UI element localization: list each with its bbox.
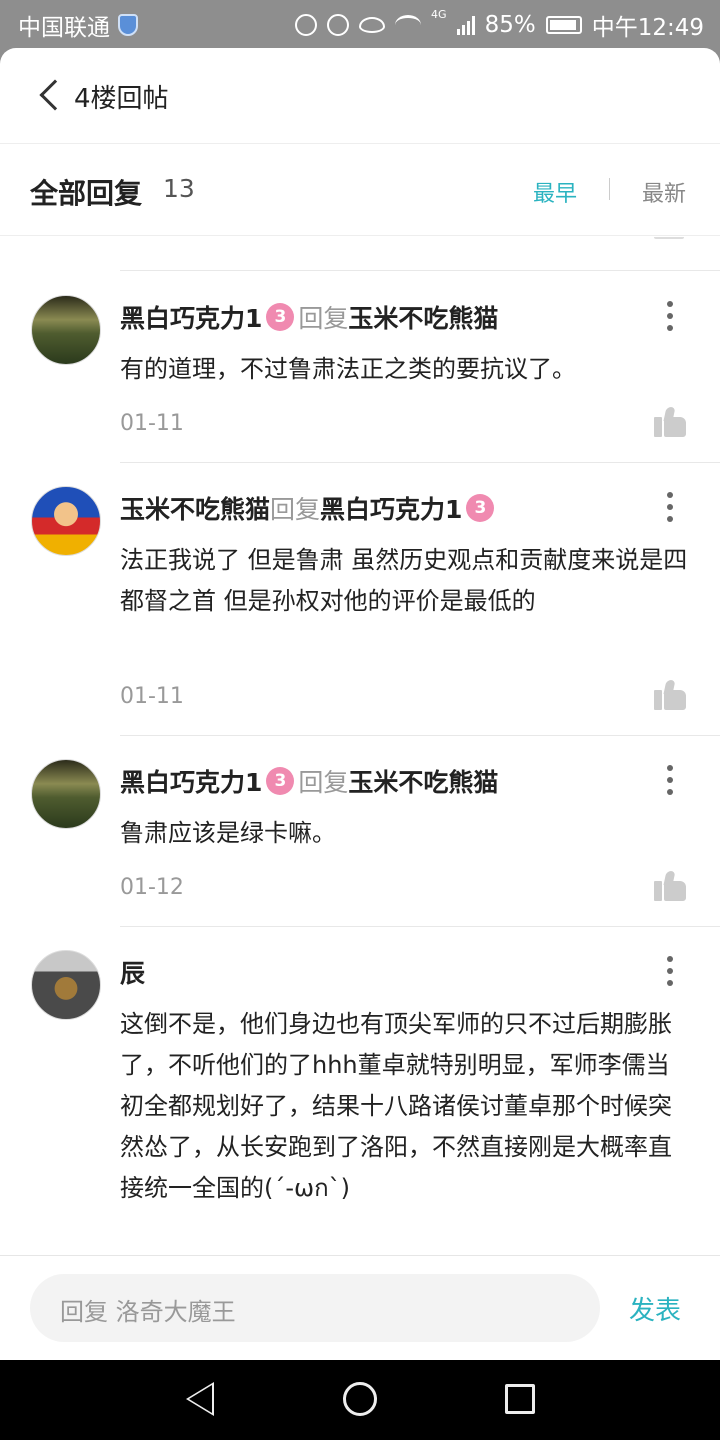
- data-saver-icon: [295, 14, 318, 36]
- system-nav-bar: [0, 1360, 720, 1440]
- level-badge-icon: 3: [266, 767, 295, 795]
- reply-header: 黑白巧克力1 3 回复 玉米不吃熊猫: [120, 763, 498, 799]
- like-icon[interactable]: [654, 680, 686, 710]
- status-bar: 中国联通 4G 85% 中午12:49: [0, 0, 720, 48]
- avatar[interactable]: [31, 295, 101, 365]
- author-name[interactable]: 黑白巧克力1: [120, 763, 262, 799]
- sort-earliest-tab[interactable]: 最早: [533, 176, 577, 208]
- top-bar: 4楼回帖: [0, 48, 720, 144]
- level-badge-icon: 3: [466, 494, 495, 522]
- back-button[interactable]: [30, 68, 71, 124]
- author-name[interactable]: 辰: [120, 954, 145, 990]
- carrier-name: 中国联通: [18, 15, 110, 41]
- reply-input[interactable]: 回复 洛奇大魔王: [30, 1274, 600, 1342]
- list-item: 黑白巧克力1 3 回复 玉米不吃熊猫 有的道理，不过鲁肃法正之类的要抗议了。 0…: [0, 271, 720, 462]
- nav-recent-apps-icon[interactable]: [505, 1384, 535, 1414]
- reply-word: 回复: [298, 304, 349, 333]
- nav-back-icon[interactable]: [186, 1382, 214, 1416]
- reply-header: 黑白巧克力1 3 回复 玉米不吃熊猫: [120, 299, 498, 335]
- wifi-icon: [395, 15, 422, 35]
- send-button[interactable]: 发表: [629, 1290, 681, 1327]
- more-options-icon[interactable]: [662, 301, 678, 333]
- like-icon[interactable]: [654, 407, 686, 437]
- reply-date: 01-11: [120, 411, 184, 436]
- eye-comfort-icon: [359, 17, 386, 33]
- reply-target-name[interactable]: 黑白巧克力1: [320, 490, 462, 526]
- network-type: 4G: [431, 8, 447, 21]
- previous-reply-cutoff: [120, 237, 720, 271]
- reply-word: 回复: [270, 495, 321, 524]
- chevron-left-icon: [39, 79, 71, 111]
- avatar[interactable]: [31, 950, 101, 1020]
- reply-input-bar: 回复 洛奇大魔王 发表: [0, 1255, 720, 1360]
- reply-input-placeholder: 回复 洛奇大魔王: [60, 1298, 236, 1326]
- all-replies-title: 全部回复: [30, 177, 143, 210]
- shield-icon: [118, 14, 138, 36]
- reply-sheet: 4楼回帖 全部回复 13 最早 最新 黑白巧克力1 3 回复 玉米不吃熊猫 有的…: [0, 48, 720, 1360]
- reply-list[interactable]: 黑白巧克力1 3 回复 玉米不吃熊猫 有的道理，不过鲁肃法正之类的要抗议了。 0…: [0, 237, 720, 1256]
- alarm-icon: [327, 14, 350, 36]
- list-item: 辰 这倒不是，他们身边也有顶尖军师的只不过后期膨胀了，不听他们的了hhh董卓就特…: [0, 926, 720, 1256]
- more-options-icon[interactable]: [662, 492, 678, 524]
- reply-text: 鲁肃应该是绿卡嘛。: [120, 819, 336, 847]
- page-title: 4楼回帖: [74, 84, 169, 114]
- reply-text: 法正我说了 但是鲁肃 虽然历史观点和贡献度来说是四都督之首 但是孙权对他的评价是…: [120, 546, 688, 615]
- reply-header: 玉米不吃熊猫 回复 黑白巧克力1 3: [120, 490, 498, 526]
- sort-newest-tab[interactable]: 最新: [642, 176, 686, 208]
- like-icon[interactable]: [654, 871, 686, 901]
- battery-icon: [545, 16, 582, 34]
- signal-icon: [456, 15, 475, 35]
- replies-header: 全部回复 13 最早 最新: [0, 144, 720, 236]
- reply-count: 13: [163, 174, 195, 203]
- reply-text: 这倒不是，他们身边也有顶尖军师的只不过后期膨胀了，不听他们的了hhh董卓就特别明…: [120, 1010, 672, 1202]
- sort-divider: [609, 178, 610, 200]
- reply-text: 有的道理，不过鲁肃法正之类的要抗议了。: [120, 355, 576, 383]
- battery-percent: 85%: [484, 12, 536, 38]
- reply-target-name[interactable]: 玉米不吃熊猫: [348, 299, 498, 335]
- more-options-icon[interactable]: [662, 956, 678, 988]
- more-options-icon[interactable]: [662, 765, 678, 797]
- like-icon: [654, 237, 684, 239]
- level-badge-icon: 3: [266, 303, 295, 331]
- reply-header: 辰: [120, 954, 145, 990]
- clock: 中午12:49: [591, 15, 704, 41]
- reply-date: 01-12: [120, 875, 184, 900]
- list-item: 玉米不吃熊猫 回复 黑白巧克力1 3 法正我说了 但是鲁肃 虽然历史观点和贡献度…: [0, 462, 720, 735]
- reply-date: 01-11: [120, 684, 184, 709]
- avatar[interactable]: [31, 486, 101, 556]
- nav-home-icon[interactable]: [343, 1382, 377, 1416]
- reply-word: 回复: [298, 768, 349, 797]
- list-item: 黑白巧克力1 3 回复 玉米不吃熊猫 鲁肃应该是绿卡嘛。 01-12: [0, 735, 720, 926]
- reply-target-name[interactable]: 玉米不吃熊猫: [348, 763, 498, 799]
- author-name[interactable]: 玉米不吃熊猫: [120, 490, 270, 526]
- avatar[interactable]: [31, 759, 101, 829]
- author-name[interactable]: 黑白巧克力1: [120, 299, 262, 335]
